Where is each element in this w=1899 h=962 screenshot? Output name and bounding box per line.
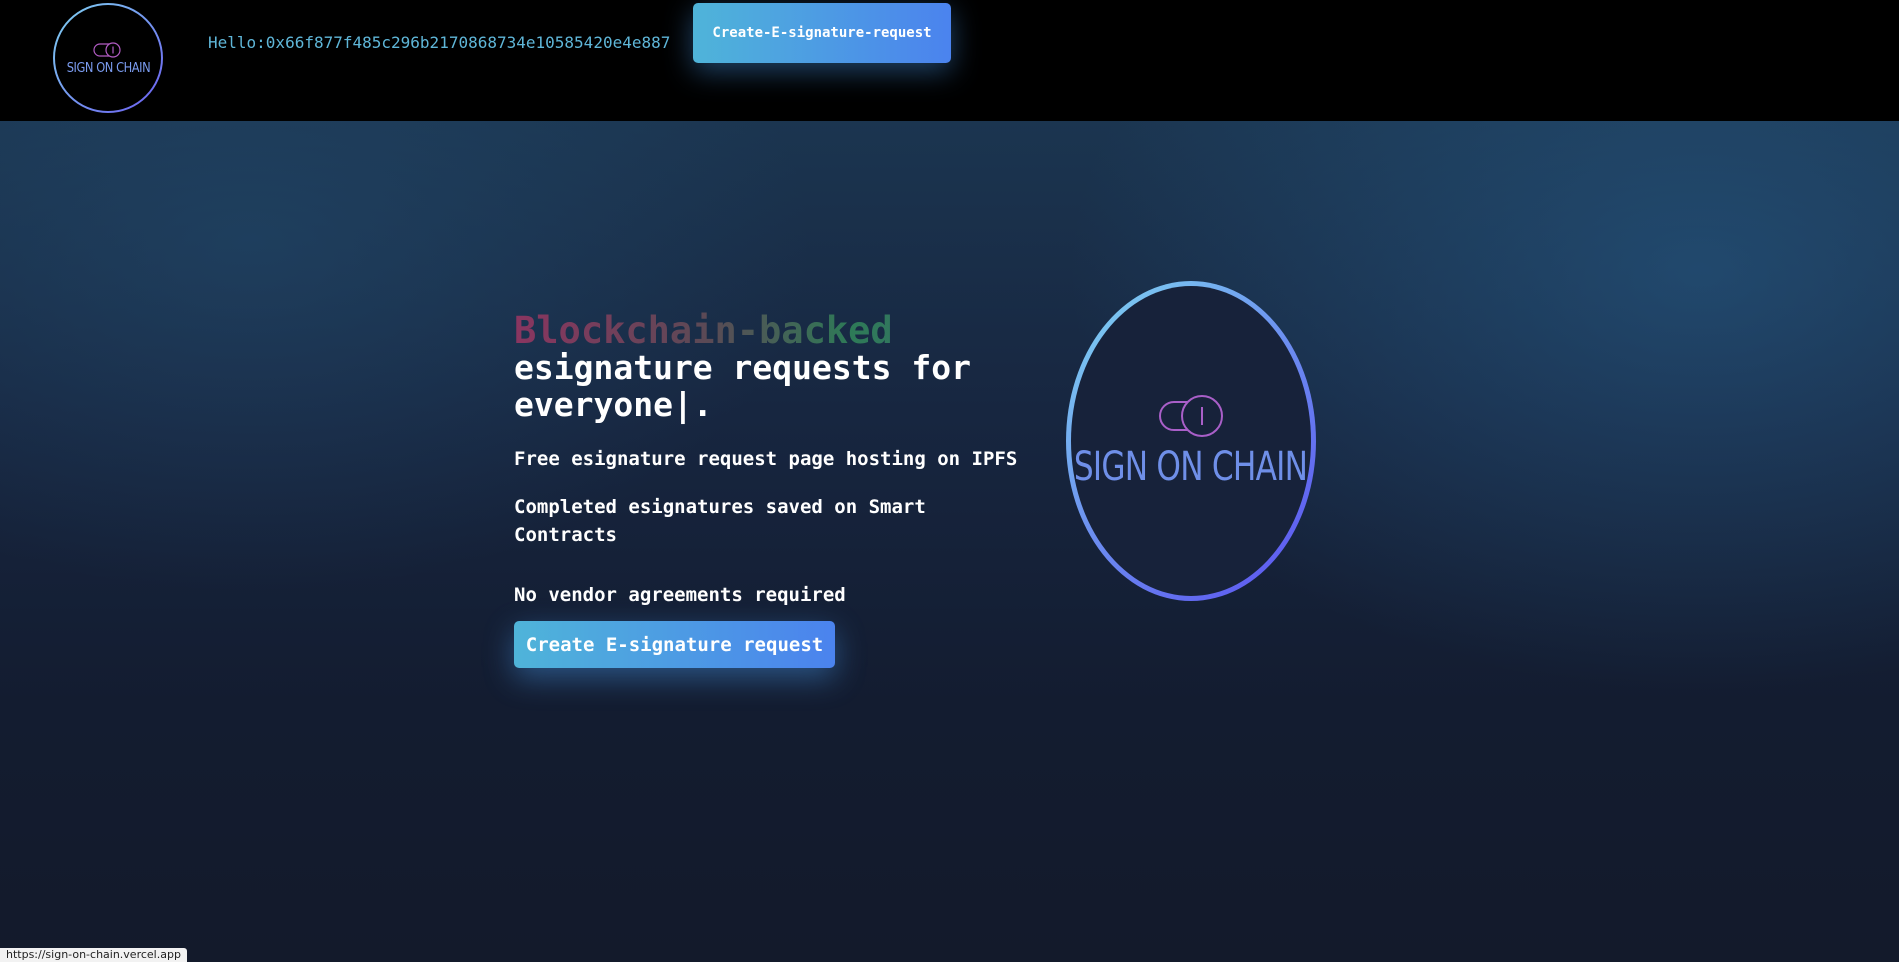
hero-section [0, 121, 1899, 958]
hero-headline: Blockchain-backed esignature requests fo… [514, 312, 1074, 423]
hero-logo-text: SIGN ON CHAIN [1074, 444, 1308, 490]
hero-logo: SIGN ON CHAIN [1066, 281, 1316, 601]
toggle-switch-icon [1159, 395, 1223, 437]
headline-gradient-text: Blockchain-backed [514, 312, 1074, 349]
feature-smart-contracts-line-2: Contracts [514, 524, 617, 546]
toggle-switch-icon [93, 41, 121, 58]
status-bar-url: https://sign-on-chain.vercel.app [0, 948, 187, 962]
feature-ipfs: Free esignature request page hosting on … [514, 448, 1018, 470]
feature-smart-contracts: Completed esignatures saved on Smart Con… [514, 493, 926, 549]
headline-line-2: everyone|. [514, 385, 713, 424]
logo-text: SIGN ON CHAIN [66, 60, 150, 76]
wallet-greeting: Hello:0x66f877f485c296b2170868734e105854… [208, 33, 671, 52]
headline-line-1: esignature requests for [514, 348, 971, 387]
logo[interactable]: SIGN ON CHAIN [53, 3, 163, 113]
create-request-nav-button[interactable]: Create-E-signature-request [693, 3, 951, 63]
create-request-cta-button[interactable]: Create E-signature request [514, 621, 835, 668]
navbar: SIGN ON CHAIN Hello:0x66f877f485c296b217… [0, 0, 1899, 121]
feature-no-vendor: No vendor agreements required [514, 584, 846, 606]
feature-smart-contracts-line-1: Completed esignatures saved on Smart [514, 496, 926, 518]
